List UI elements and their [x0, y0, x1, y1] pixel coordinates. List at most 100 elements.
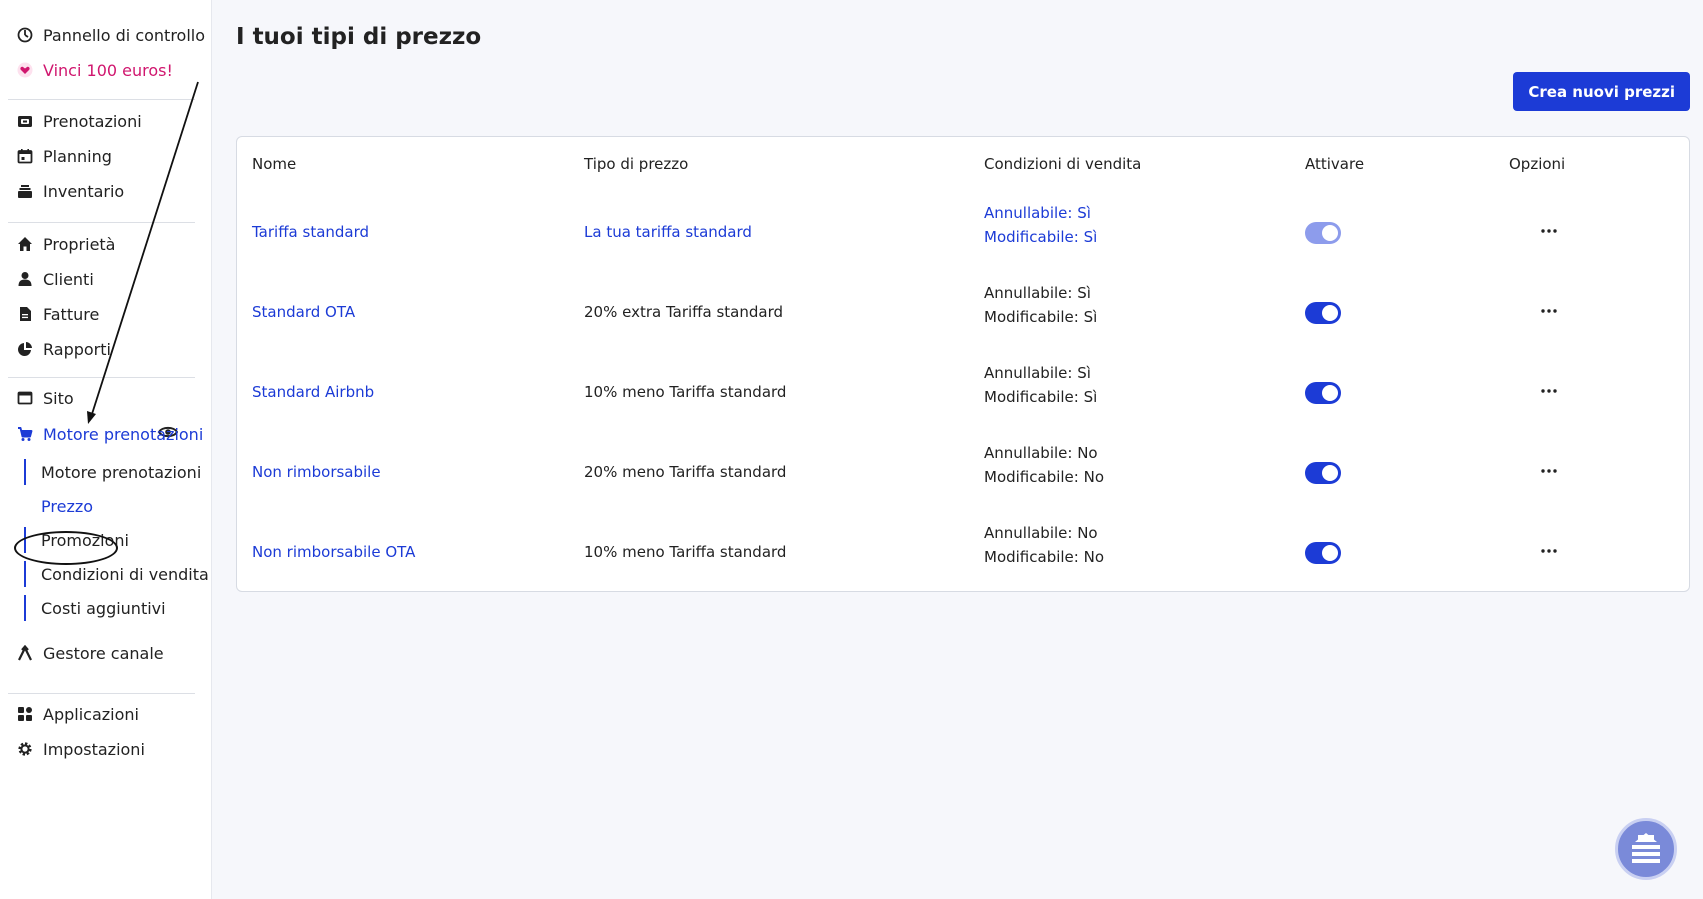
- cancellable-status: Annullabile: Sì: [984, 364, 1091, 382]
- column-header-options: Opzioni: [1509, 155, 1566, 173]
- toggle-knob: [1322, 465, 1338, 481]
- nav-applications-label: Applicazioni: [43, 704, 139, 724]
- nav-booking-engine-label: Motore prenotazioni: [43, 424, 204, 444]
- sale-conditions: Annullabile: No Modificabile: No: [984, 441, 1104, 489]
- nav-channel-manager[interactable]: Gestore canale: [16, 640, 164, 666]
- cancellable-status: Annullabile: No: [984, 524, 1098, 542]
- table-row: Non rimborsabile 20% meno Tariffa standa…: [237, 433, 1689, 513]
- table-row: Standard Airbnb 10% meno Tariffa standar…: [237, 353, 1689, 433]
- table-row: Standard OTA 20% extra Tariffa standard …: [237, 273, 1689, 353]
- price-type: 10% meno Tariffa standard: [584, 383, 787, 401]
- calendar-icon: [16, 147, 34, 165]
- sale-conditions: Annullabile: No Modificabile: No: [984, 521, 1104, 569]
- toggle-knob: [1322, 385, 1338, 401]
- nav-reports-label: Rapporti: [43, 339, 111, 359]
- sale-conditions[interactable]: Annullabile: Sì Modificabile: Sì: [984, 201, 1097, 249]
- nav-bookings[interactable]: Prenotazioni: [16, 108, 142, 134]
- cancellable-status: Annullabile: No: [984, 444, 1098, 462]
- nav-site[interactable]: Sito: [16, 385, 74, 411]
- cancellable-status: Annullabile: Sì: [984, 204, 1091, 222]
- modifiable-status: Modificabile: Sì: [984, 308, 1098, 326]
- toggle-knob: [1322, 545, 1338, 561]
- subnav-promotions[interactable]: Promozioni: [24, 527, 129, 553]
- activate-toggle[interactable]: [1305, 382, 1341, 404]
- nav-invoices[interactable]: Fatture: [16, 301, 99, 327]
- activate-toggle[interactable]: [1305, 542, 1341, 564]
- divider: [8, 222, 195, 223]
- subnav-sale-conditions[interactable]: Condizioni di vendita: [24, 561, 209, 587]
- price-name-link[interactable]: Standard OTA: [252, 303, 355, 321]
- sale-conditions: Annullabile: Sì Modificabile: Sì: [984, 361, 1097, 409]
- price-name-link[interactable]: Tariffa standard: [252, 223, 369, 241]
- sidebar: Pannello di controllo Vinci 100 euros! P…: [0, 0, 212, 899]
- dashboard-icon: [16, 26, 34, 44]
- nav-clients-label: Clienti: [43, 269, 94, 289]
- nav-bookings-label: Prenotazioni: [43, 111, 142, 131]
- nav-planning-label: Planning: [43, 146, 112, 166]
- column-header-conditions: Condizioni di vendita: [984, 155, 1142, 173]
- price-name-link[interactable]: Standard Airbnb: [252, 383, 374, 401]
- nav-property-label: Proprietà: [43, 234, 116, 254]
- subnav-label: Motore prenotazioni: [41, 462, 202, 482]
- subnav-label: Promozioni: [41, 530, 129, 550]
- price-type: 20% extra Tariffa standard: [584, 303, 783, 321]
- nav-dashboard-label: Pannello di controllo: [43, 25, 206, 45]
- price-type: 20% meno Tariffa standard: [584, 463, 787, 481]
- more-icon[interactable]: [1538, 381, 1560, 401]
- subnav-booking-engine[interactable]: Motore prenotazioni: [24, 459, 201, 485]
- heart-icon: [16, 61, 34, 79]
- main-content: I tuoi tipi di prezzo Crea nuovi prezzi …: [212, 0, 1703, 899]
- nav-clients[interactable]: Clienti: [16, 266, 94, 292]
- divider: [8, 693, 195, 694]
- nav-booking-engine[interactable]: Motore prenotazioni: [16, 421, 203, 447]
- bookings-icon: [16, 112, 34, 130]
- subnav-extra-costs[interactable]: Costi aggiuntivi: [24, 595, 166, 621]
- price-type[interactable]: La tua tariffa standard: [584, 223, 752, 241]
- apps-icon: [16, 705, 34, 723]
- channel-icon: [16, 644, 34, 662]
- table-row: Non rimborsabile OTA 10% meno Tariffa st…: [237, 513, 1689, 593]
- nav-channel-manager-label: Gestore canale: [43, 643, 164, 663]
- nav-settings-label: Impostazioni: [43, 739, 145, 759]
- table-row: Tariffa standard La tua tariffa standard…: [237, 193, 1689, 273]
- nav-reports[interactable]: Rapporti: [16, 336, 111, 362]
- nav-applications[interactable]: Applicazioni: [16, 701, 139, 727]
- toggle-knob: [1322, 305, 1338, 321]
- nav-property[interactable]: Proprietà: [16, 231, 115, 257]
- nav-inventory-label: Inventario: [43, 181, 125, 201]
- price-name-link[interactable]: Non rimborsabile: [252, 463, 381, 481]
- toggle-knob: [1322, 225, 1338, 241]
- subnav-price[interactable]: Prezzo: [24, 493, 93, 519]
- more-icon[interactable]: [1538, 541, 1560, 561]
- create-prices-button[interactable]: Crea nuovi prezzi: [1513, 72, 1690, 111]
- activate-toggle[interactable]: [1305, 462, 1341, 484]
- nav-promo[interactable]: Vinci 100 euros!: [16, 57, 173, 83]
- modifiable-status: Modificabile: Sì: [984, 388, 1098, 406]
- nav-promo-label: Vinci 100 euros!: [43, 60, 173, 80]
- subnav-label: Prezzo: [41, 496, 94, 516]
- nav-planning[interactable]: Planning: [16, 143, 112, 169]
- column-header-type: Tipo di prezzo: [584, 155, 689, 173]
- activate-toggle[interactable]: [1305, 222, 1341, 244]
- invoice-icon: [16, 305, 34, 323]
- subnav-label: Costi aggiuntivi: [41, 598, 166, 618]
- cart-icon: [16, 425, 34, 443]
- activate-toggle[interactable]: [1305, 302, 1341, 324]
- modifiable-status: Modificabile: No: [984, 548, 1104, 566]
- column-header-activate: Attivare: [1305, 155, 1365, 173]
- modifiable-status: Modificabile: Sì: [984, 228, 1098, 246]
- column-header-name: Nome: [252, 155, 297, 173]
- price-types-table: Nome Tipo di prezzo Condizioni di vendit…: [236, 136, 1690, 592]
- more-icon[interactable]: [1538, 301, 1560, 321]
- more-icon[interactable]: [1538, 221, 1560, 241]
- nav-settings[interactable]: Impostazioni: [16, 736, 145, 762]
- divider: [8, 99, 195, 100]
- page-title: I tuoi tipi di prezzo: [236, 24, 482, 50]
- nav-dashboard[interactable]: Pannello di controllo: [16, 22, 205, 48]
- help-widget-icon[interactable]: [1615, 818, 1677, 880]
- more-icon[interactable]: [1538, 461, 1560, 481]
- price-name-link[interactable]: Non rimborsabile OTA: [252, 543, 415, 561]
- nav-site-label: Sito: [43, 388, 74, 408]
- nav-inventory[interactable]: Inventario: [16, 178, 124, 204]
- pie-chart-icon: [16, 340, 34, 358]
